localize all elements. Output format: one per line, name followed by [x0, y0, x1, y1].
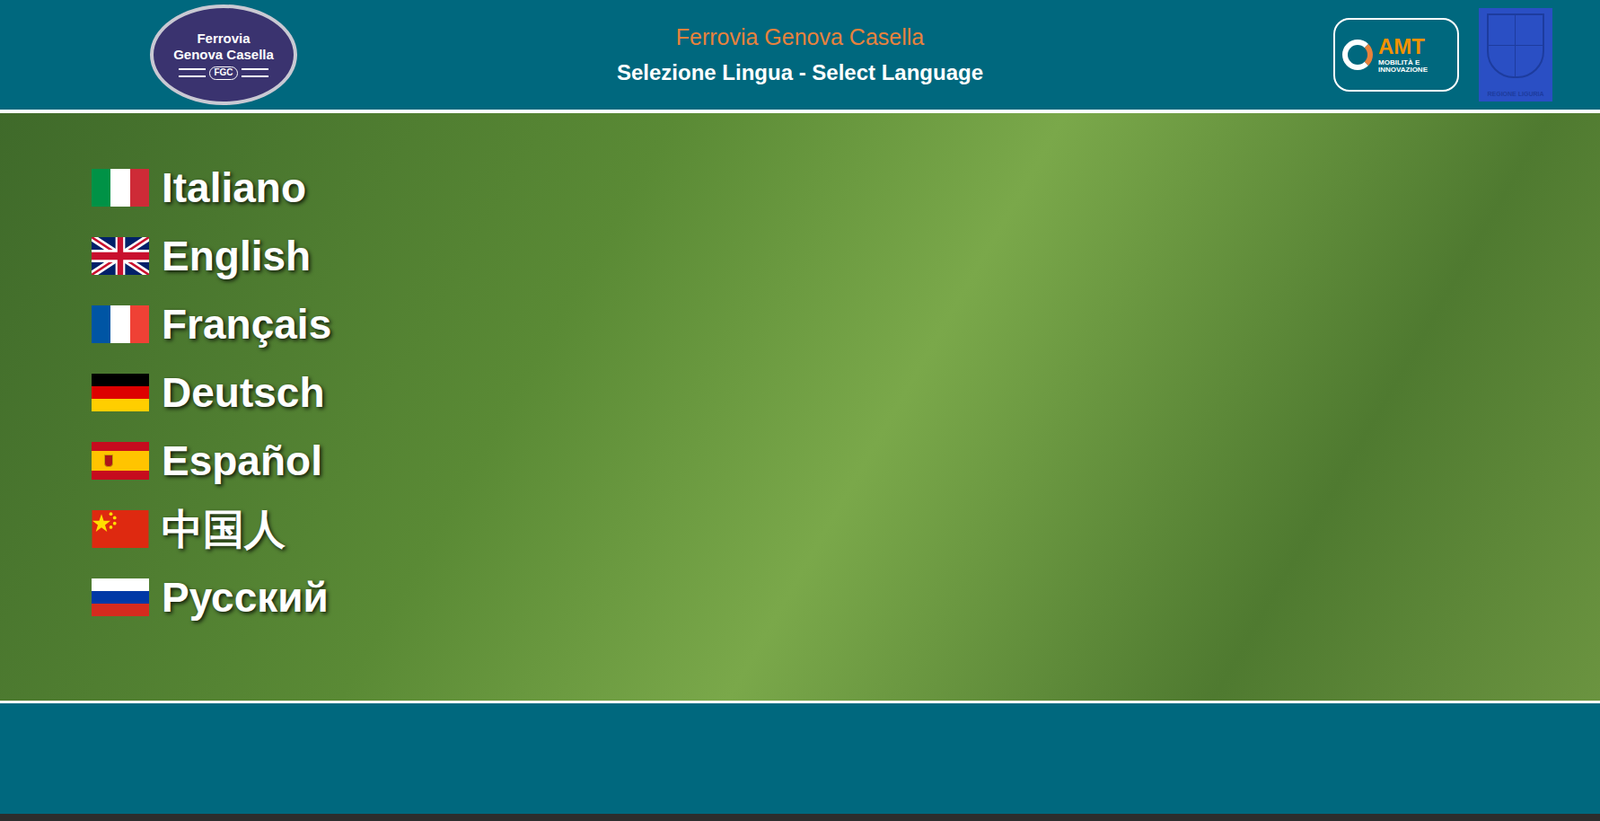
gb-flag-icon [91, 237, 150, 275]
app: FerroviaGenova CasellaFGC Ferrovia Genova… [0, 0, 1600, 821]
language-option[interactable]: Italiano [91, 168, 1600, 207]
footer-bar [0, 703, 1600, 814]
shield-icon [1486, 13, 1545, 79]
ru-flag-icon [91, 578, 150, 616]
subtitle: Selezione Lingua - Select Language [616, 59, 984, 87]
region-logo: REGIONE LIGURIA [1478, 8, 1553, 102]
es-flag-icon [91, 441, 150, 480]
language-option[interactable]: 中国人 [91, 509, 1600, 548]
amt-circle-icon [1342, 39, 1373, 71]
it-flag-icon [91, 168, 150, 207]
title: Ferrovia Genova Casella [676, 23, 925, 52]
bottom-strip [0, 813, 1600, 821]
language-option[interactable]: English [91, 237, 1600, 275]
de-flag-icon [91, 373, 150, 412]
fr-flag-icon [91, 305, 150, 343]
fgc-logo: FerroviaGenova CasellaFGC [149, 4, 298, 106]
cn-flag-icon [91, 509, 150, 548]
language-option[interactable]: Español [91, 441, 1600, 480]
header: FerroviaGenova CasellaFGC Ferrovia Genova… [0, 0, 1600, 114]
photo: Italiano English Français Deutsch Español 中国人… [0, 113, 1600, 701]
language-option[interactable]: Русский [91, 578, 1600, 616]
amt-logo: AMTMOBILITÀ EINNOVAZIONE [1333, 17, 1460, 92]
language-option[interactable]: Deutsch [91, 373, 1600, 412]
language-option[interactable]: Français [91, 305, 1600, 343]
